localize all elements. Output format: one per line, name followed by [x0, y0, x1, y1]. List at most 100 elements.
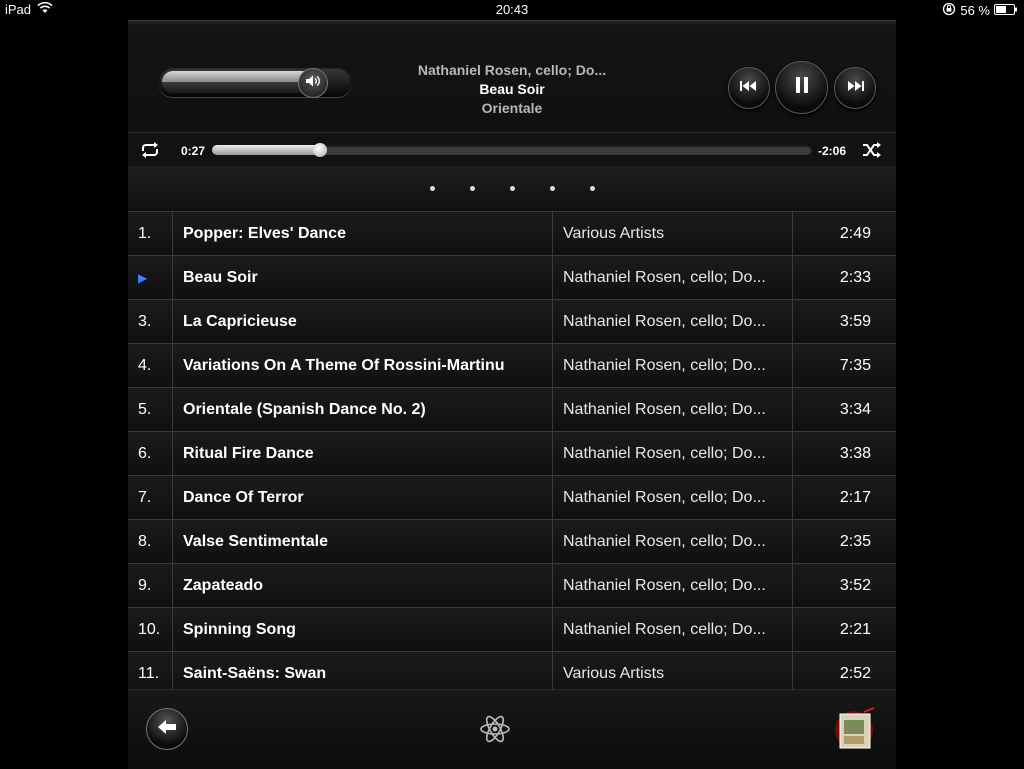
now-playing-indicator-cell: ▶: [128, 256, 173, 299]
next-button[interactable]: [834, 67, 876, 109]
repeat-icon[interactable]: [140, 141, 160, 164]
track-row[interactable]: 11. Saint-Saëns: Swan Various Artists 2:52: [128, 652, 896, 690]
status-bar: iPad 20:43 56 %: [0, 0, 1024, 20]
track-title: Valse Sentimentale: [173, 520, 553, 563]
page-dot[interactable]: [589, 186, 595, 191]
album-artwork-thumbnail[interactable]: [834, 706, 878, 750]
track-duration: 2:21: [839, 620, 871, 638]
track-artist-cell: Nathaniel Rosen, cello; Do...: [553, 256, 793, 299]
track-number: 10.: [128, 608, 173, 651]
page-dot[interactable]: [509, 186, 515, 191]
track-number: 8.: [128, 520, 173, 563]
device-label: iPad: [5, 2, 32, 17]
page-indicator[interactable]: [128, 166, 896, 211]
elapsed-time: 0:27: [181, 144, 206, 158]
now-playing-album: Orientale: [481, 100, 543, 116]
track-title: Orientale (Spanish Dance No. 2): [173, 388, 553, 431]
track-artist: Nathaniel Rosen, cello; Do...: [563, 532, 766, 550]
track-artist-cell: Various Artists: [553, 652, 793, 690]
previous-icon: [740, 79, 758, 97]
track-artist: Nathaniel Rosen, cello; Do...: [563, 268, 766, 286]
track-artist: Nathaniel Rosen, cello; Do...: [563, 620, 766, 638]
track-number: 9.: [128, 564, 173, 607]
previous-button[interactable]: [728, 67, 770, 109]
back-button[interactable]: [146, 708, 188, 750]
page-dot[interactable]: [469, 186, 475, 191]
track-title: Saint-Saëns: Swan: [173, 652, 553, 690]
volume-knob[interactable]: [298, 68, 328, 98]
track-artist-cell: Nathaniel Rosen, cello; Do...: [553, 300, 793, 343]
track-artist: Nathaniel Rosen, cello; Do...: [563, 312, 766, 330]
now-playing-artist: Nathaniel Rosen, cello; Do...: [417, 62, 607, 78]
track-artist-cell: Nathaniel Rosen, cello; Do...: [553, 476, 793, 519]
track-number: 11.: [128, 652, 173, 690]
speaker-icon: [305, 74, 321, 93]
track-title: Popper: Elves' Dance: [173, 212, 553, 255]
track-artist-cell: Nathaniel Rosen, cello; Do...: [553, 344, 793, 387]
bottom-toolbar: [128, 689, 896, 769]
track-duration: 3:52: [839, 576, 871, 594]
track-artist: Various Artists: [563, 664, 665, 682]
pause-icon: [794, 76, 810, 99]
track-duration: 7:35: [839, 356, 871, 374]
track-row[interactable]: 3. La Capricieuse Nathaniel Rosen, cello; …: [128, 300, 896, 344]
track-artist-cell: Nathaniel Rosen, cello; Do...: [553, 608, 793, 651]
track-row[interactable]: 4. Variations On A Theme Of Rossini-Marti…: [128, 344, 896, 388]
track-duration: 2:33: [839, 268, 871, 286]
track-row[interactable]: ▶ Beau Soir Nathaniel Rosen, cello; Do... 2…: [128, 256, 896, 300]
now-playing-panel: Nathaniel Rosen, cello; Do... Beau Soir …: [128, 20, 896, 133]
track-number: 3.: [128, 300, 173, 343]
track-row[interactable]: 10. Spinning Song Nathaniel Rosen, cello; …: [128, 608, 896, 652]
track-list: 1. Popper: Elves' Dance Various Artists 2:4…: [128, 211, 896, 690]
track-artist: Nathaniel Rosen, cello; Do...: [563, 356, 766, 374]
volume-slider[interactable]: [158, 67, 352, 98]
track-artist-cell: Nathaniel Rosen, cello; Do...: [553, 388, 793, 431]
track-title: Dance Of Terror: [173, 476, 553, 519]
track-artist: Nathaniel Rosen, cello; Do...: [563, 444, 766, 462]
wifi-icon: [37, 1, 53, 17]
volume-fill: [162, 71, 320, 93]
track-info: Nathaniel Rosen, cello; Do... Beau Soir …: [368, 61, 656, 118]
track-number: 1.: [128, 212, 173, 255]
track-artist: Various Artists: [563, 224, 665, 242]
track-title: Zapateado: [173, 564, 553, 607]
track-row[interactable]: 1. Popper: Elves' Dance Various Artists 2:4…: [128, 212, 896, 256]
track-row[interactable]: 9. Zapateado Nathaniel Rosen, cello; Do...…: [128, 564, 896, 608]
page-dot[interactable]: [549, 186, 555, 191]
track-number: 4.: [128, 344, 173, 387]
back-arrow-icon: [157, 719, 177, 740]
track-title: Spinning Song: [173, 608, 553, 651]
track-row[interactable]: 8. Valse Sentimentale Nathaniel Rosen, cel…: [128, 520, 896, 564]
track-title: Ritual Fire Dance: [173, 432, 553, 475]
page-dot[interactable]: [429, 186, 435, 191]
track-artist-cell: Nathaniel Rosen, cello; Do...: [553, 564, 793, 607]
track-row[interactable]: 5. Orientale (Spanish Dance No. 2) Nathani…: [128, 388, 896, 432]
track-artist: Nathaniel Rosen, cello; Do...: [563, 576, 766, 594]
atom-icon[interactable]: [478, 712, 512, 746]
music-app: Nathaniel Rosen, cello; Do... Beau Soir …: [128, 20, 896, 769]
track-number: 7.: [128, 476, 173, 519]
scrub-bar: 0:27 -2:06: [128, 132, 896, 168]
progress-fill: [212, 145, 320, 155]
pause-button[interactable]: [775, 61, 828, 114]
shuffle-icon[interactable]: [862, 141, 882, 164]
rotation-lock-icon: [942, 2, 956, 19]
track-row[interactable]: 7. Dance Of Terror Nathaniel Rosen, cello;…: [128, 476, 896, 520]
progress-knob[interactable]: [313, 143, 327, 157]
remaining-time: -2:06: [818, 144, 847, 158]
now-playing-song: Beau Soir: [479, 81, 545, 97]
track-row[interactable]: 6. Ritual Fire Dance Nathaniel Rosen, cell…: [128, 432, 896, 476]
track-artist-cell: Nathaniel Rosen, cello; Do...: [553, 432, 793, 475]
track-artist-cell: Various Artists: [553, 212, 793, 255]
track-duration: 3:38: [839, 444, 871, 462]
track-artist: Nathaniel Rosen, cello; Do...: [563, 488, 766, 506]
progress-slider[interactable]: [212, 143, 812, 157]
track-artist: Nathaniel Rosen, cello; Do...: [563, 400, 766, 418]
track-title: Variations On A Theme Of Rossini-Martinu: [173, 344, 553, 387]
battery-icon: [994, 3, 1018, 18]
clock: 20:43: [495, 2, 529, 17]
track-duration: 2:52: [839, 664, 871, 682]
track-number: 6.: [128, 432, 173, 475]
track-duration: 3:59: [839, 312, 871, 330]
track-artist-cell: Nathaniel Rosen, cello; Do...: [553, 520, 793, 563]
